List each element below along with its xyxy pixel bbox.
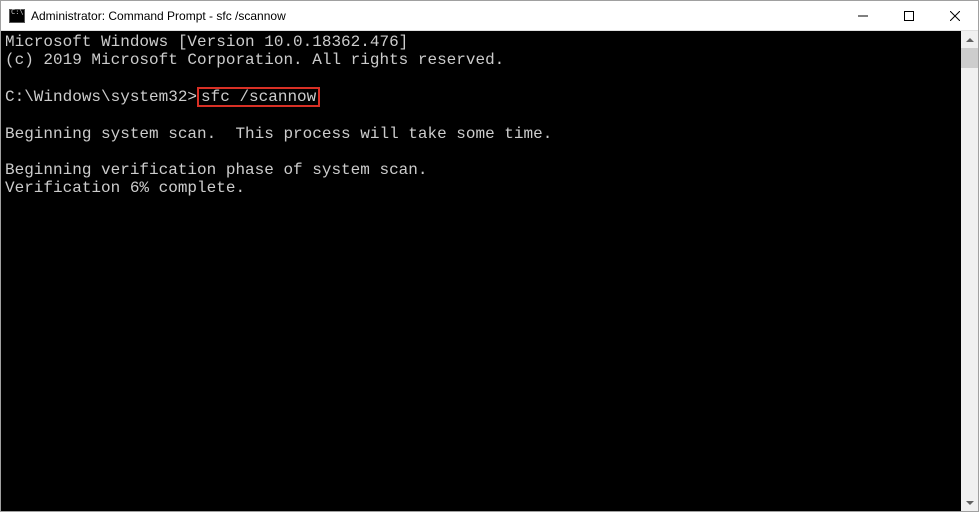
chevron-down-icon	[966, 501, 974, 505]
close-button[interactable]	[932, 1, 978, 31]
scroll-track[interactable]	[961, 48, 978, 494]
minimize-icon	[858, 11, 868, 21]
maximize-icon	[904, 11, 914, 21]
window-controls	[840, 1, 978, 30]
terminal-content[interactable]: Microsoft Windows [Version 10.0.18362.47…	[1, 31, 961, 511]
scroll-down-button[interactable]	[961, 494, 978, 511]
vertical-scrollbar	[961, 31, 978, 511]
scroll-thumb[interactable]	[961, 48, 978, 68]
scroll-up-button[interactable]	[961, 31, 978, 48]
cmd-icon	[9, 9, 25, 23]
close-icon	[950, 11, 960, 21]
minimize-button[interactable]	[840, 1, 886, 31]
terminal-area: Microsoft Windows [Version 10.0.18362.47…	[1, 31, 978, 511]
terminal-line: Beginning verification phase of system s…	[5, 161, 427, 179]
maximize-button[interactable]	[886, 1, 932, 31]
terminal-line: Beginning system scan. This process will…	[5, 125, 552, 143]
terminal-line: Verification 6% complete.	[5, 179, 245, 197]
terminal-line: (c) 2019 Microsoft Corporation. All righ…	[5, 51, 504, 69]
terminal-prompt: C:\Windows\system32>	[5, 88, 197, 106]
command-prompt-window: Administrator: Command Prompt - sfc /sca…	[0, 0, 979, 512]
chevron-up-icon	[966, 38, 974, 42]
window-title: Administrator: Command Prompt - sfc /sca…	[31, 9, 840, 23]
command-highlight: sfc /scannow	[197, 87, 320, 107]
title-bar: Administrator: Command Prompt - sfc /sca…	[1, 1, 978, 31]
terminal-line: Microsoft Windows [Version 10.0.18362.47…	[5, 33, 408, 51]
